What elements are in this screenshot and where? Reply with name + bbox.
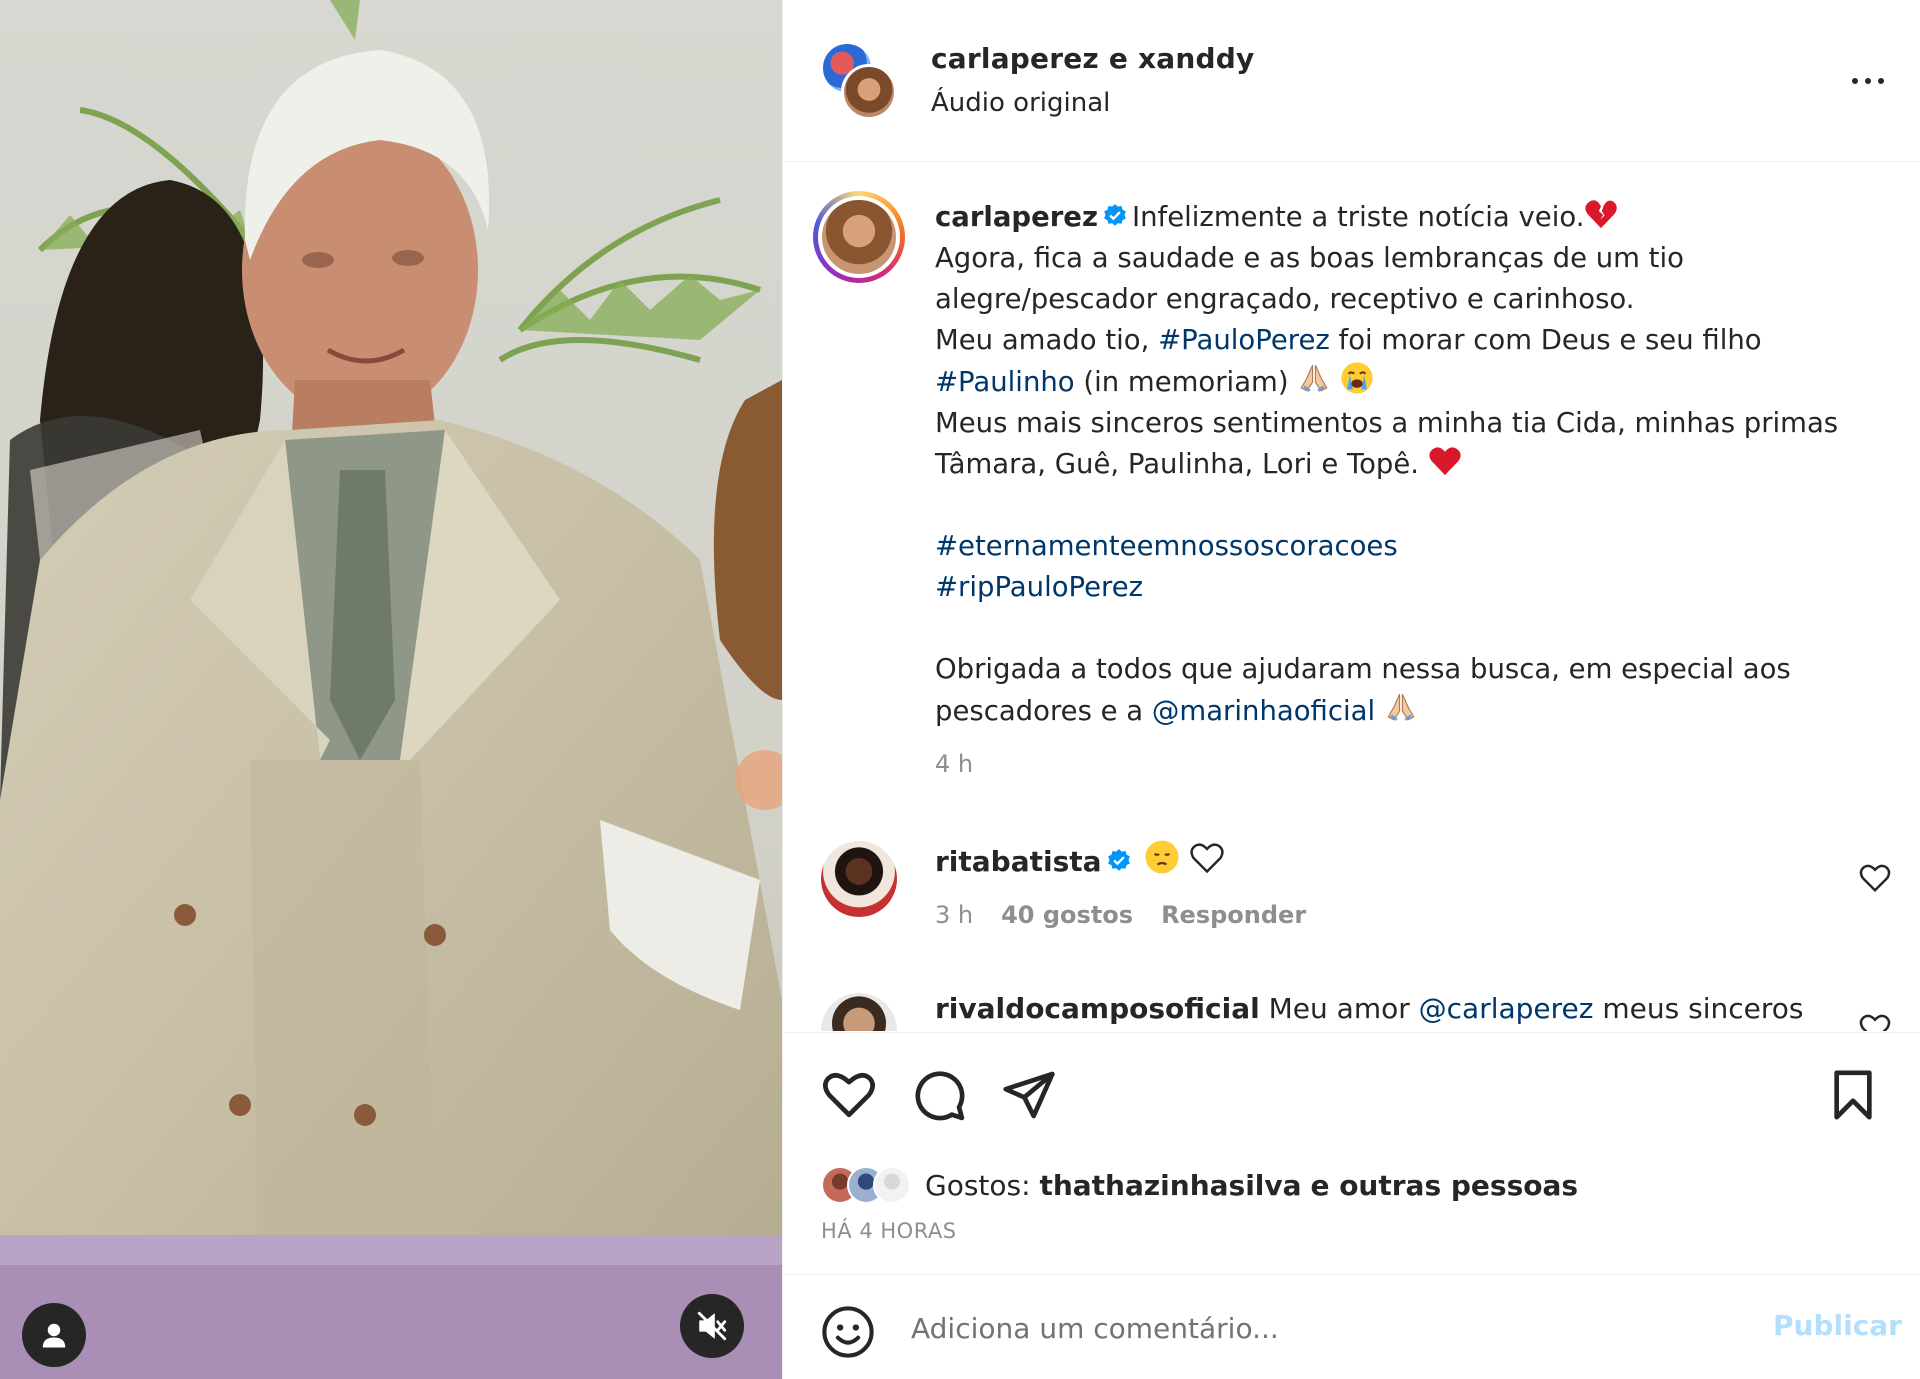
post-details-panel: carlaperez e xanddy Áudio original carla… [782,0,1920,1379]
comment-avatar[interactable] [821,993,897,1031]
caption-username[interactable]: carlaperez [935,201,1098,233]
mention-link[interactable]: @marinhaoficial [1152,695,1375,727]
liker-username[interactable]: thathazinhasilva [1039,1169,1301,1202]
broken-heart-emoji-icon [1585,200,1618,229]
more-dot [1865,78,1871,84]
praying-hands-emoji-icon [1300,365,1328,392]
comment-text: meus sinceros [1602,992,1804,1025]
caption-text: (in memoriam) [1083,366,1289,398]
audio-label[interactable]: Áudio original [931,88,1110,118]
comment-line: ritabatista [935,839,1225,882]
bookmark-icon[interactable] [1825,1067,1881,1123]
praying-hands-emoji-icon [1387,694,1415,721]
caption-text: Infelizmente a triste notícia veio. [1131,201,1585,233]
mute-toggle-button[interactable] [680,1294,744,1358]
publish-button[interactable]: Publicar [1773,1309,1902,1342]
heart-icon[interactable] [1858,863,1892,893]
add-comment-bar: Publicar [783,1274,1920,1379]
caption-line: Tâmara, Guê, Paulinha, Lori e Topê. [935,444,1875,485]
avatar [818,196,900,278]
post-caption: carlaperez Infelizmente a triste notícia … [935,197,1875,732]
likes-summary[interactable]: Gostos: thathazinhasilva e outras pessoa… [821,1163,1578,1207]
white-heart-emoji-icon [1190,843,1224,874]
share-icon[interactable] [1001,1067,1057,1123]
post-media[interactable] [0,0,782,1379]
caption-line: alegre/pescador engraçado, receptivo e c… [935,283,1635,315]
comment-meta: 3 h 40 gostos Responder [935,901,1306,929]
smiley-icon[interactable] [821,1305,875,1359]
heart-icon[interactable] [821,1067,877,1123]
comment-likes[interactable]: 40 gostos [1001,901,1133,929]
hashtag-link[interactable]: #ripPauloPerez [935,567,1875,608]
caption-line: Agora, fica a saudade e as boas lembranç… [935,242,1684,274]
caption-line: Obrigada a todos que ajudaram nessa busc… [935,653,1791,685]
red-heart-emoji-icon [1429,447,1461,476]
caption-line: Meu amado tio, #PauloPerez foi morar com… [935,320,1875,361]
likes-text: Gostos: thathazinhasilva e outras pessoa… [925,1169,1578,1202]
post-author-usernames[interactable]: carlaperez e xanddy [931,42,1254,75]
caption-line: Meus mais sinceros sentimentos a minha t… [935,407,1839,439]
caption-text: Meu amado tio, [935,324,1150,356]
caption-timestamp[interactable]: 4 h [935,750,973,778]
comment-username[interactable]: rivaldocamposoficial [935,992,1260,1025]
more-dot [1878,78,1884,84]
mention-link[interactable]: @carlaperez [1419,992,1594,1025]
avatar[interactable] [841,64,897,120]
comment-line: rivaldocamposoficial Meu amor @carlapere… [935,989,1803,1029]
others-link[interactable]: e outras pessoas [1310,1169,1578,1202]
comment-avatar[interactable] [821,841,897,917]
post-timestamp[interactable]: HÁ 4 HORAS [821,1219,957,1243]
hashtag-link[interactable]: #Paulinho [935,366,1075,398]
heart-icon[interactable] [1858,1013,1892,1031]
hashtag-link[interactable]: #PauloPerez [1158,324,1330,356]
caption-text: pescadores e a [935,695,1144,727]
more-dot [1852,78,1858,84]
caption-line: carlaperez Infelizmente a triste notícia … [935,197,1875,238]
avatar [873,1166,911,1204]
comments-scroll-area[interactable]: carlaperez Infelizmente a triste notícia … [783,163,1920,1031]
hashtag-link[interactable]: #eternamenteemnossoscoracoes [935,526,1875,567]
likes-prefix: Gostos: [925,1168,1031,1202]
comment-input[interactable] [911,1299,1731,1357]
collab-avatars[interactable] [821,42,897,120]
comment-icon[interactable] [911,1067,967,1123]
post-header: carlaperez e xanddy Áudio original [783,0,1920,162]
muted-speaker-icon [697,1311,727,1341]
post-photo [0,0,782,1379]
crying-face-emoji-icon [1341,362,1373,394]
caption-text: foi morar com Deus e seu filho [1338,324,1762,356]
verified-badge-icon [1107,849,1130,871]
comment-username[interactable]: ritabatista [935,845,1102,878]
verified-badge-icon [1104,204,1126,226]
tagged-users-button[interactable] [22,1303,86,1367]
user-icon [42,1323,66,1348]
more-options-button[interactable] [1843,66,1893,96]
comment-text: Meu amor [1268,992,1410,1025]
reply-button[interactable]: Responder [1161,901,1306,929]
comment-time[interactable]: 3 h [935,901,973,929]
sad-face-emoji-icon [1145,840,1179,874]
caption-line: pescadores e a @marinhaoficial [935,690,1875,732]
caption-text: Tâmara, Guê, Paulinha, Lori e Topê. [935,448,1420,480]
instagram-post-modal: carlaperez e xanddy Áudio original carla… [0,0,1920,1379]
caption-author-avatar[interactable] [813,191,905,283]
post-actions: Gostos: thathazinhasilva e outras pessoa… [783,1032,1920,1274]
caption-line: #Paulinho (in memoriam) [935,361,1875,403]
